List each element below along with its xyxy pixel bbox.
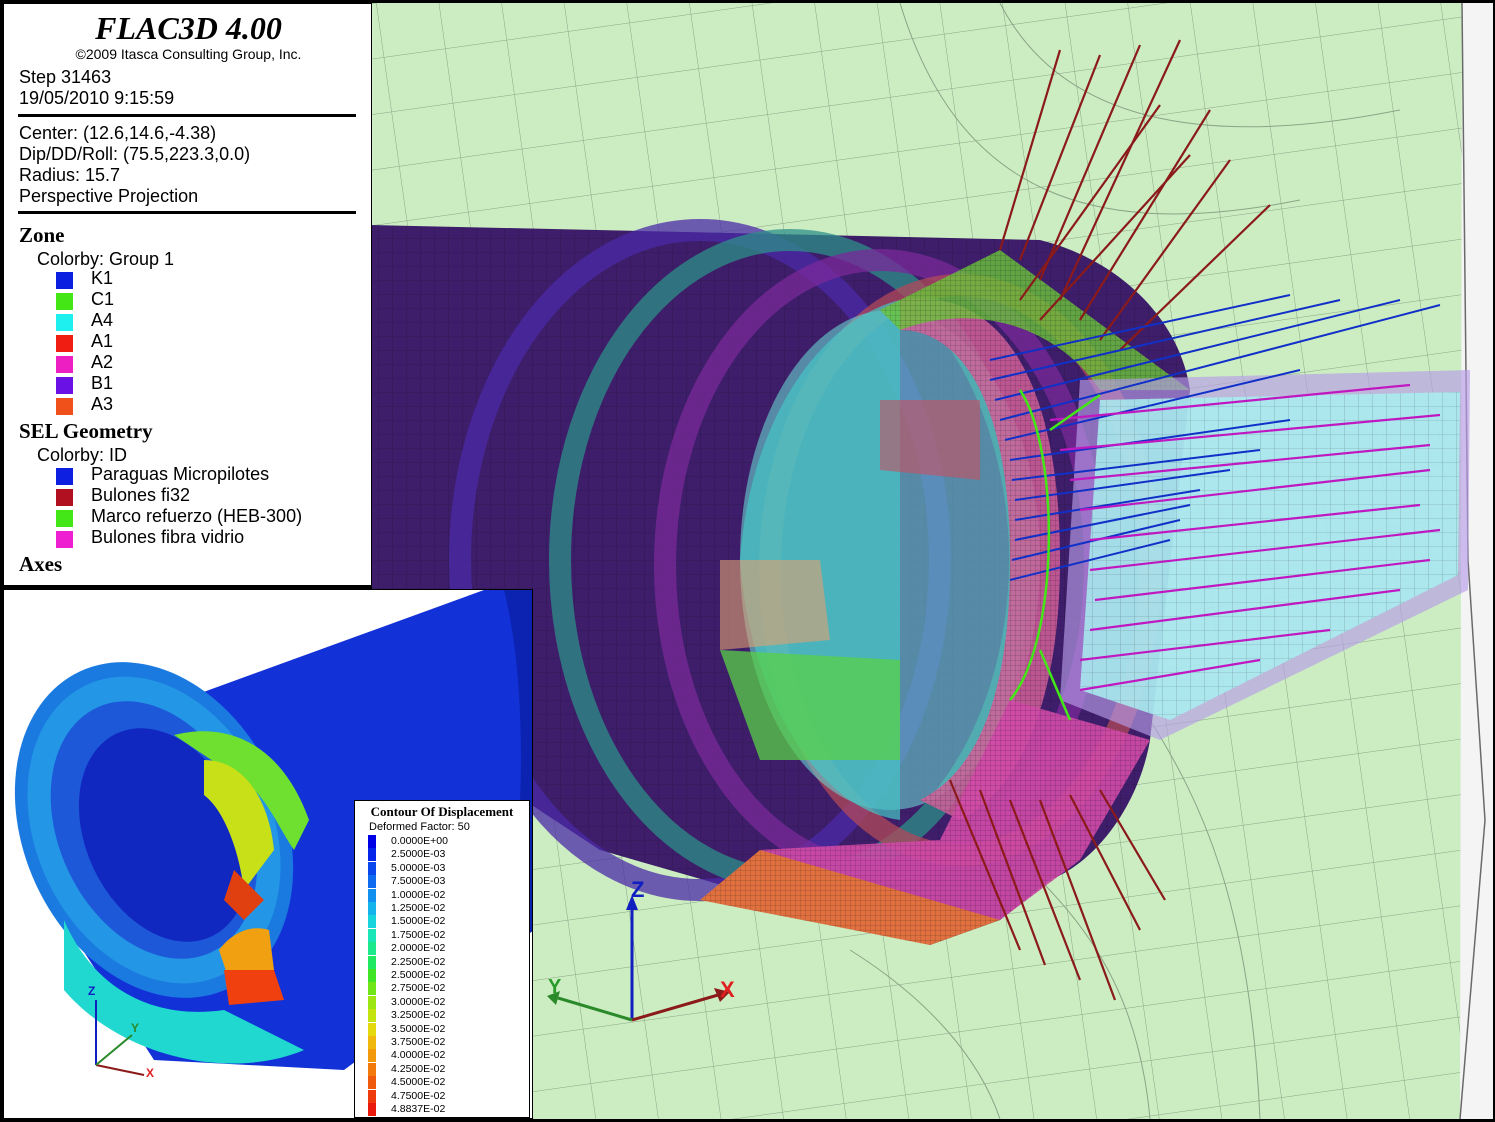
contour-level-swatch <box>368 982 376 996</box>
sel-item-swatch <box>56 489 73 506</box>
axes-heading: Axes <box>19 552 63 576</box>
axis-x-label: X <box>720 977 735 1002</box>
contour-title: Contour Of Displacement <box>370 804 514 819</box>
contour-level-label: 5.0000E-03 <box>391 861 446 874</box>
zone-group-label: A1 <box>91 331 114 351</box>
sel-colorby: Colorby: ID <box>37 445 128 465</box>
step-text: Step 31463 <box>19 67 112 87</box>
center-text: Center: (12.6,14.6,-4.38) <box>19 123 217 143</box>
contour-level-swatch <box>368 969 376 982</box>
contour-level-swatch <box>368 942 376 956</box>
contour-level-swatch <box>368 848 376 862</box>
contour-level-swatch <box>368 861 376 875</box>
contour-level-label: 4.0000E-02 <box>391 1049 446 1062</box>
zone-colorby: Colorby: Group 1 <box>37 249 175 269</box>
contour-level-label: 1.0000E-02 <box>391 888 446 901</box>
zone-group-swatch <box>56 335 73 352</box>
contour-level-label: 1.5000E-02 <box>391 915 446 928</box>
contour-subtitle: Deformed Factor: 50 <box>369 821 470 833</box>
contour-level-label: 0.0000E+00 <box>391 835 448 847</box>
zone-group-label: A4 <box>91 310 114 330</box>
contour-level-label: 2.7500E-02 <box>391 982 446 995</box>
contour-level-swatch <box>368 1022 376 1036</box>
projection-text: Perspective Projection <box>19 186 199 206</box>
inset-axis-y: Y <box>131 1021 140 1035</box>
sel-item-label: Paraguas Micropilotes <box>91 464 270 484</box>
sel-item-swatch <box>56 468 73 485</box>
zone-group-label: C1 <box>91 289 115 309</box>
sel-item-label: Bulones fi32 <box>91 485 191 505</box>
datetime-text: 19/05/2010 9:15:59 <box>19 88 175 108</box>
copyright-text: ©2009 Itasca Consulting Group, Inc. <box>75 46 302 62</box>
contour-level-swatch <box>368 835 376 848</box>
sel-item-label: Marco refuerzo (HEB-300) <box>91 506 303 526</box>
contour-level-swatch <box>368 1103 376 1116</box>
contour-level-label: 4.5000E-02 <box>391 1076 446 1089</box>
contour-level-swatch <box>368 1089 376 1103</box>
zone-group-label: K1 <box>91 268 114 288</box>
axis-y-label: Y <box>548 976 562 998</box>
zone-group-swatch <box>56 272 73 289</box>
zone-group-swatch <box>56 314 73 331</box>
radius-text: Radius: 15.7 <box>19 165 121 185</box>
zone-group-swatch <box>56 398 73 415</box>
zone-group-swatch <box>56 356 73 373</box>
zone-group-label: A2 <box>91 352 114 372</box>
contour-level-label: 4.7500E-02 <box>391 1089 446 1102</box>
contour-level-swatch <box>368 928 376 942</box>
axis-z-label: Z <box>631 877 645 902</box>
sel-heading: SEL Geometry <box>19 419 153 443</box>
sel-item-swatch <box>56 531 73 548</box>
contour-level-label: 2.5000E-02 <box>391 969 446 981</box>
contour-level-swatch <box>368 1036 376 1049</box>
contour-level-label: 2.2500E-02 <box>391 955 446 968</box>
zone-group-swatch <box>56 293 73 310</box>
divider <box>18 114 356 117</box>
contour-level-swatch <box>368 955 376 969</box>
contour-level-swatch <box>368 995 376 1009</box>
app-title: FLAC3D 4.00 <box>95 10 282 46</box>
zone-group-label: A3 <box>91 394 114 414</box>
contour-level-label: 3.2500E-02 <box>391 1009 446 1022</box>
contour-level-label: 4.8837E-02 <box>391 1103 446 1115</box>
contour-level-swatch <box>368 875 376 889</box>
contour-level-swatch <box>368 1076 376 1090</box>
contour-level-label: 3.5000E-02 <box>391 1022 446 1035</box>
contour-level-label: 2.5000E-03 <box>391 848 446 861</box>
contour-level-swatch <box>368 1049 376 1063</box>
sel-item-label: Bulones fibra vidrio <box>91 527 245 547</box>
contour-level-swatch <box>368 915 376 929</box>
contour-level-label: 2.0000E-02 <box>391 942 446 955</box>
contour-level-label: 7.5000E-03 <box>391 875 446 888</box>
zone-group-swatch <box>56 377 73 394</box>
contour-level-label: 1.7500E-02 <box>391 928 446 941</box>
dip-text: Dip/DD/Roll: (75.5,223.3,0.0) <box>19 144 251 164</box>
sel-item-swatch <box>56 510 73 527</box>
zone-group-label: B1 <box>91 373 114 393</box>
contour-level-label: 1.2500E-02 <box>391 902 446 914</box>
contour-level-label: 3.0000E-02 <box>391 995 446 1008</box>
contour-level-swatch <box>368 902 376 915</box>
divider <box>18 211 356 214</box>
zone-heading: Zone <box>19 223 65 247</box>
inset-axis-z: Z <box>88 984 96 998</box>
contour-level-label: 3.7500E-02 <box>391 1036 446 1048</box>
contour-level-swatch <box>368 888 376 902</box>
contour-level-swatch <box>368 1009 376 1023</box>
inset-axis-x: X <box>146 1066 155 1080</box>
contour-level-label: 4.2500E-02 <box>391 1062 446 1075</box>
contour-level-swatch <box>368 1062 376 1076</box>
legend-panel: FLAC3D 4.00 ©2009 Itasca Consulting Grou… <box>3 3 372 586</box>
contour-legend: Contour Of Displacement Deformed Factor:… <box>354 800 530 1118</box>
